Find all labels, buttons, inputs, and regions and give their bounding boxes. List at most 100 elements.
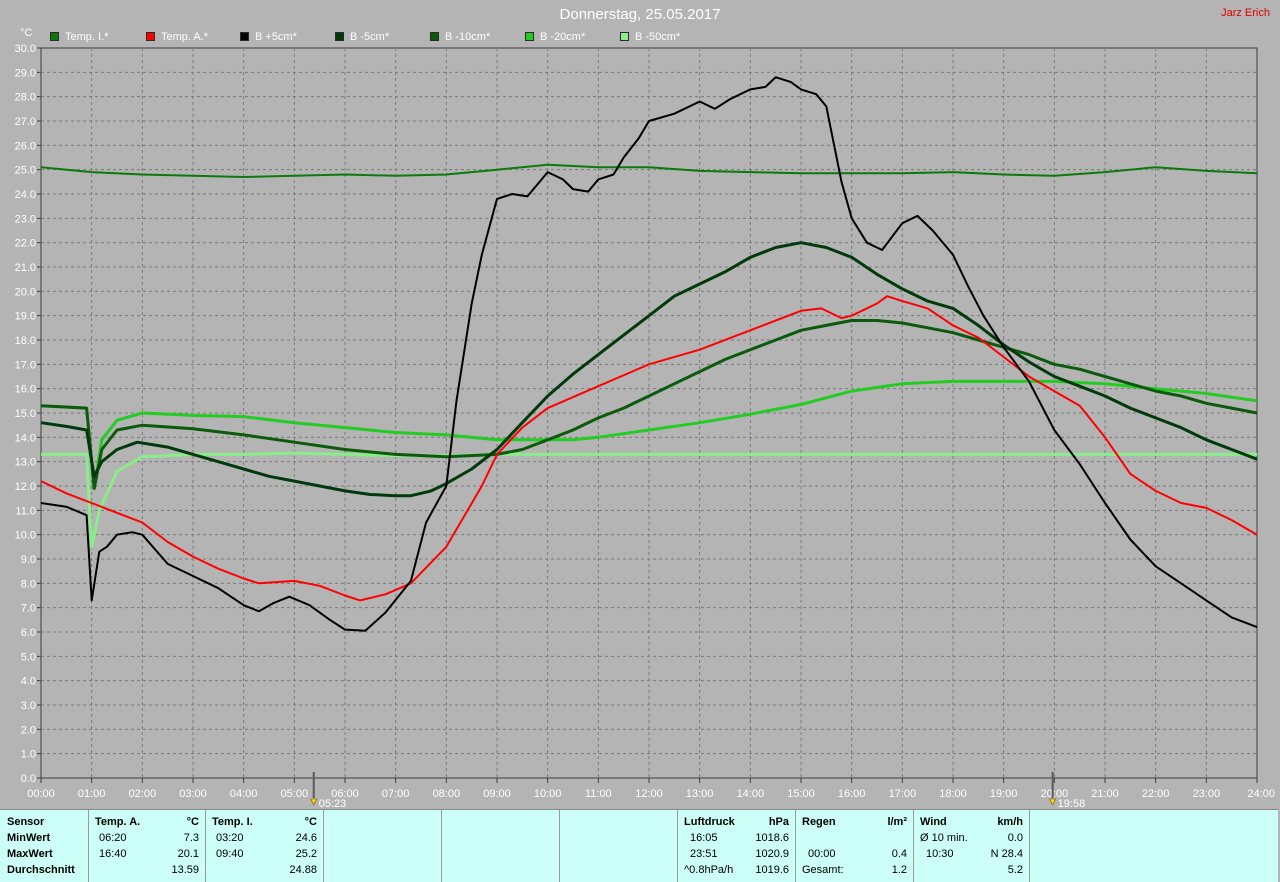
legend-swatch: [430, 32, 439, 41]
x-tick-label: 15:00: [787, 788, 815, 800]
legend-label: Temp. I.*: [65, 31, 109, 43]
temp-i-max-value: 25.2: [295, 848, 317, 860]
legend-item: B -10cm*: [430, 31, 490, 43]
y-tick-label: 6.0: [21, 627, 36, 639]
wind-column: Wind km/h Ø 10 min. 0.0 10:30 N 28.4 5.2: [914, 810, 1030, 882]
legend-item: B -50cm*: [620, 31, 680, 43]
legend-label: B -10cm*: [445, 31, 491, 43]
temp-i-column: Temp. I. °C 03:20 24.6 09:40 25.2 24.88: [206, 810, 324, 882]
pressure-unit: hPa: [768, 816, 789, 828]
temp-a-min-time: 06:20: [99, 832, 127, 844]
pressure-min-time: 16:05: [690, 832, 718, 844]
temp-a-unit: °C: [186, 816, 199, 828]
legend-swatch: [240, 32, 249, 41]
y-tick-label: 11.0: [15, 505, 36, 517]
empty-column: [442, 810, 560, 882]
pressure-avg-value: 1019.6: [755, 864, 789, 876]
legend-label: Temp. A.*: [161, 31, 209, 43]
y-tick-label: 21.0: [15, 262, 36, 274]
temp-a-avg-value: 13.59: [171, 864, 199, 876]
x-tick-label: 12:00: [635, 788, 663, 800]
x-tick-label: 11:00: [585, 788, 612, 800]
summary-table: Sensor MinWert MaxWert Durchschnitt Temp…: [0, 809, 1278, 882]
y-tick-label: 26.0: [15, 140, 36, 152]
legend-label: B -5cm*: [350, 31, 390, 43]
pressure-min-value: 1018.6: [755, 832, 789, 844]
rain-max-time: 00:00: [808, 848, 836, 860]
y-tick-label: 10.0: [15, 530, 36, 542]
y-tick-label: 9.0: [21, 554, 36, 566]
sun-marker-label: 05:23: [319, 798, 347, 809]
rain-total-value: 1.2: [891, 864, 907, 876]
y-tick-label: 12.0: [15, 481, 36, 493]
author-label: Jarz Erich: [1221, 7, 1270, 19]
chart: 0.0 1.0 2.0 3.0 4.0 5.0 6.0 7.0 8.0 9.0 10.0 11.0 12…: [15, 27, 1275, 809]
y-tick-label: 2.0: [21, 724, 36, 736]
temp-a-min-value: 7.3: [183, 832, 199, 844]
y-tick-label: 30.0: [15, 43, 36, 55]
rain-total-label: Gesamt:: [802, 864, 844, 876]
legend-item: B +5cm*: [240, 31, 297, 43]
temp-a-column: Temp. A. °C 06:20 7.3 16:40 20.1 13.59: [89, 810, 206, 882]
x-tick-label: 14:00: [737, 788, 765, 800]
x-tick-label: 24:00: [1247, 788, 1275, 800]
y-tick-label: 1.0: [21, 749, 36, 761]
temp-i-min-value: 24.6: [295, 832, 317, 844]
legend-item: Temp. A.*: [146, 31, 208, 43]
x-tick-label: 17:00: [889, 788, 917, 800]
row-label-avg: Durchschnitt: [7, 864, 75, 876]
y-tick-label: 7.0: [21, 603, 36, 615]
y-tick-label: 0.0: [21, 773, 36, 785]
y-tick-label: 17.0: [15, 359, 36, 371]
y-tick-label: 18.0: [15, 335, 36, 347]
legend-label: B -20cm*: [540, 31, 586, 43]
y-tick-label: 14.0: [15, 432, 36, 444]
x-tick-label: 07:00: [382, 788, 410, 800]
x-tick-label: 21:00: [1091, 788, 1119, 800]
x-tick-label: 22:00: [1142, 788, 1170, 800]
wind-max-value: N 28.4: [990, 848, 1023, 860]
chart-title: Donnerstag, 25.05.2017: [559, 6, 721, 23]
y-tick-label: 24.0: [15, 189, 36, 201]
wind-mean-value: 5.2: [1007, 864, 1023, 876]
y-tick-label: 20.0: [15, 286, 36, 298]
y-tick-label: 29.0: [15, 67, 36, 79]
temp-i-unit: °C: [304, 816, 317, 828]
sensor-column: Sensor MinWert MaxWert Durchschnitt: [0, 810, 89, 882]
y-tick-label: 3.0: [21, 700, 36, 712]
legend-item: B -20cm*: [525, 31, 585, 43]
x-tick-label: 16:00: [838, 788, 866, 800]
row-label-max: MaxWert: [7, 848, 53, 860]
wind-max-time: 10:30: [926, 848, 954, 860]
x-tick-label: 03:00: [179, 788, 207, 800]
legend-label: B +5cm*: [255, 31, 297, 43]
legend-item: B -5cm*: [335, 31, 389, 43]
y-tick-label: 4.0: [21, 676, 36, 688]
x-tick-label: 10:00: [534, 788, 562, 800]
y-tick-label: 19.0: [15, 311, 36, 323]
x-tick-label: 19:00: [990, 788, 1018, 800]
temp-i-min-time: 03:20: [216, 832, 244, 844]
wind-avg-label: Ø 10 min.: [920, 832, 968, 844]
x-tick-label: 23:00: [1193, 788, 1221, 800]
temp-a-max-time: 16:40: [99, 848, 127, 860]
x-tick-label: 00:00: [27, 788, 55, 800]
x-tick-label: 08:00: [433, 788, 461, 800]
row-label-min: MinWert: [7, 832, 51, 844]
y-tick-label: 23.0: [15, 213, 36, 225]
wind-avg-value: 0.0: [1007, 832, 1023, 844]
y-tick-label: 28.0: [15, 92, 36, 104]
y-tick-label: 5.0: [21, 651, 36, 663]
sensor-header: Sensor: [7, 816, 45, 828]
temp-i-header: Temp. I.: [212, 816, 253, 828]
y-tick-label: 8.0: [21, 578, 36, 590]
x-tick-label: 09:00: [483, 788, 511, 800]
x-tick-label: 02:00: [129, 788, 157, 800]
wind-header: Wind: [920, 816, 947, 828]
rain-column: Regen l/m² 00:00 0.4 Gesamt: 1.2: [796, 810, 914, 882]
y-tick-label: 16.0: [15, 384, 36, 396]
pressure-trend: ^0.8hPa/h: [684, 864, 734, 876]
legend-swatch: [620, 32, 629, 41]
legend-label: B -50cm*: [635, 31, 681, 43]
legend-swatch: [146, 32, 155, 41]
